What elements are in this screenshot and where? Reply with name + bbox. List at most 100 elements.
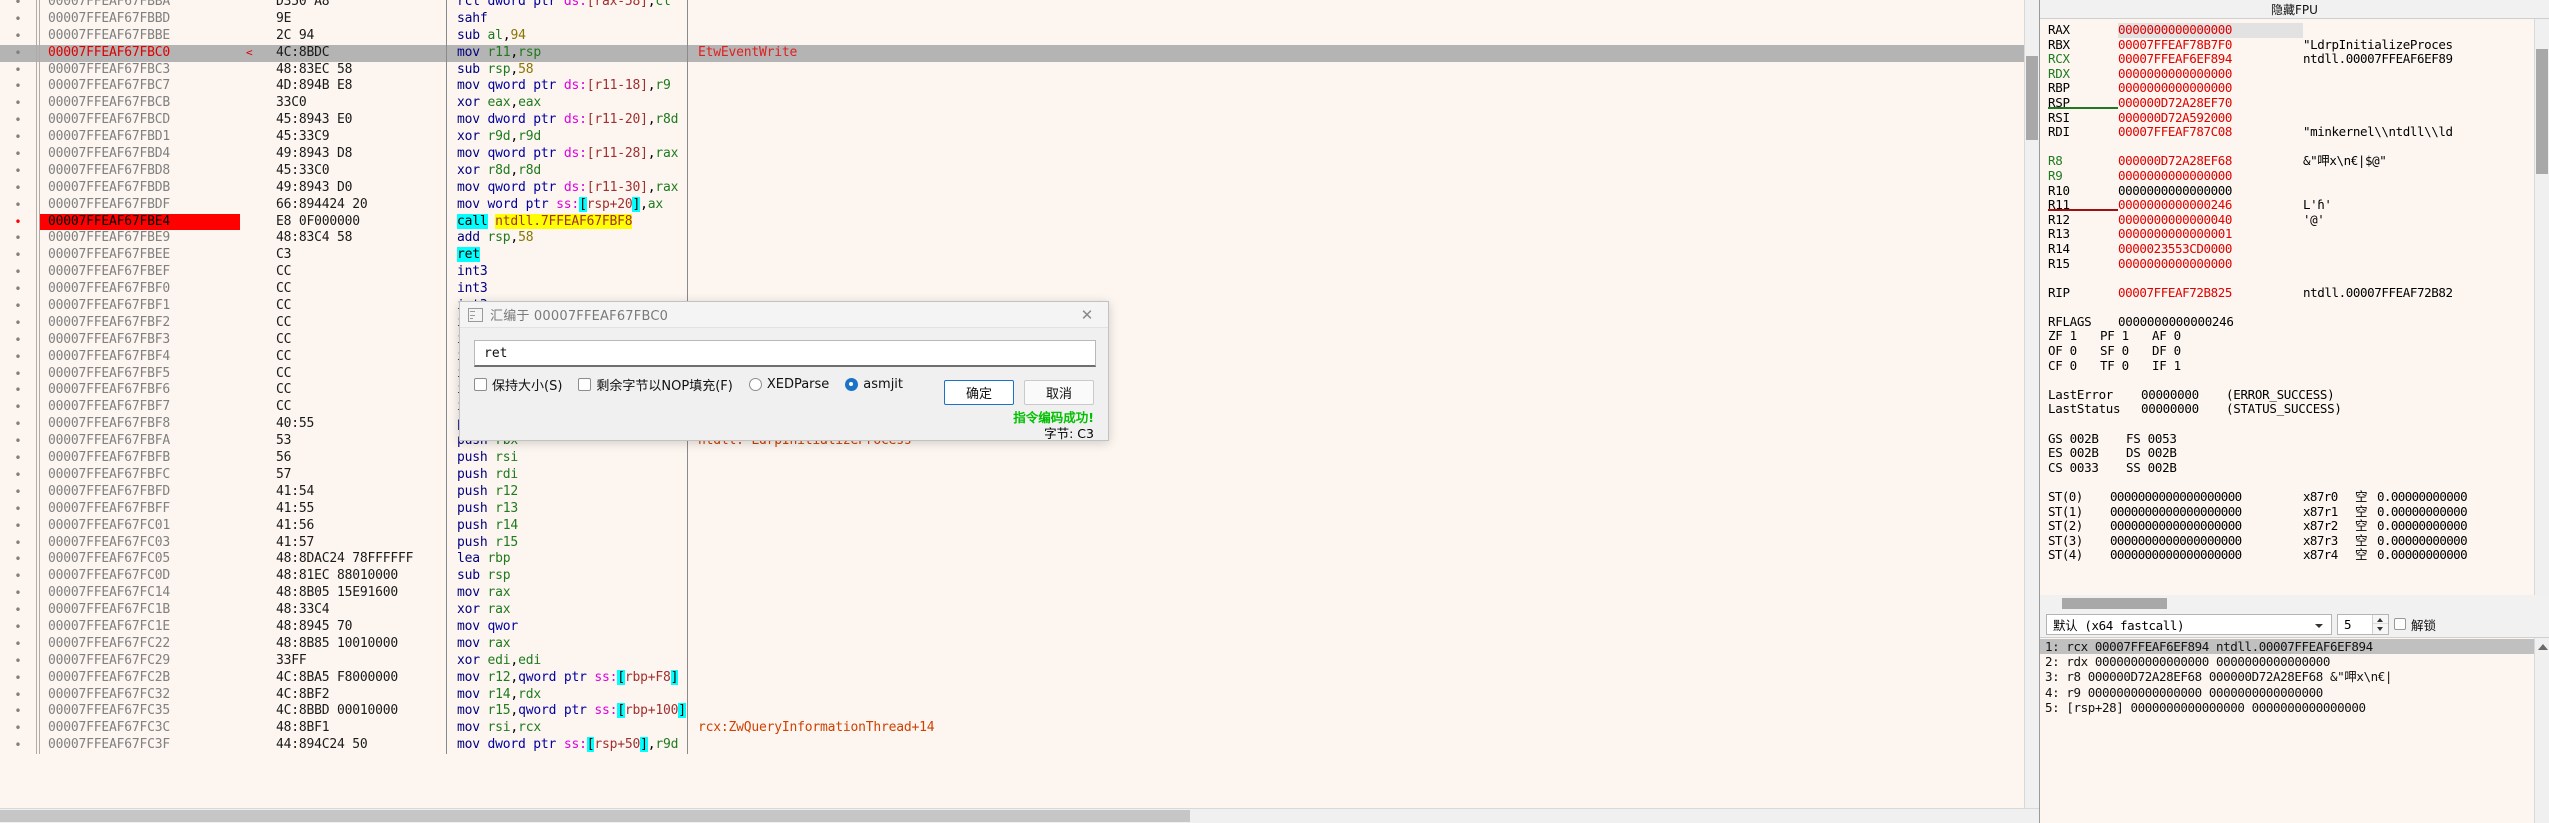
bookmark-dot-icon[interactable]: • — [0, 399, 36, 416]
flag-cf[interactable]: CF 0 — [2048, 358, 2100, 374]
bookmark-dot-icon[interactable]: • — [0, 450, 36, 467]
registers-horizontal-scroll-thumb[interactable] — [2062, 598, 2167, 609]
argument-row[interactable]: 1: rcx 00007FFEAF6EF894 ntdll.00007FFEAF… — [2040, 639, 2549, 655]
engine-asmjit-radio[interactable]: asmjit — [845, 377, 903, 392]
disassembly-row[interactable]: • 00007FFEAF67FBBE 2C 94 sub al,94 — [0, 27, 2025, 45]
unlock-checkbox[interactable]: 解锁 — [2394, 615, 2436, 634]
registers-vertical-scroll-thumb[interactable] — [2536, 49, 2548, 174]
bookmark-dot-icon[interactable]: • — [0, 703, 36, 720]
disassembly-row[interactable]: • 00007FFEAF67FBBA D350 A8 rcl dword ptr ds… — [0, 0, 2025, 11]
keep-size-checkbox[interactable]: 保持大小(S) — [474, 375, 562, 394]
bookmark-dot-icon[interactable]: • — [0, 433, 36, 450]
segment-row[interactable]: ES 002B DS 002B — [2040, 446, 2549, 461]
register-row[interactable]: R12 0000000000000040 '@' — [2040, 212, 2549, 228]
bookmark-dot-icon[interactable]: • — [0, 62, 36, 79]
bookmark-dot-icon[interactable]: • — [0, 315, 36, 332]
bookmark-dot-icon[interactable]: • — [0, 129, 36, 146]
register-row[interactable]: R14 0000023553CD0000 — [2040, 241, 2549, 257]
scroll-up-arrow-icon[interactable] — [2538, 644, 2548, 650]
disassembly-row[interactable]: • 00007FFEAF67FBE4 E8 0F000000 call ntdll.7… — [0, 213, 2025, 231]
register-row[interactable]: RIP 00007FFEAF72B825 ntdll.00007FFEAF72B82 — [2040, 285, 2549, 301]
disassembly-row[interactable]: • 00007FFEAF67FC22 48:8B85 10010000 mov rax — [0, 635, 2025, 653]
flag-row[interactable]: OF 0 SF 0 DF 0 — [2040, 343, 2549, 359]
argument-count-stepper[interactable]: 5 — [2337, 613, 2389, 635]
rflags-row[interactable]: RFLAGS 0000000000000246 — [2040, 314, 2549, 330]
bookmark-dot-icon[interactable]: • — [0, 568, 36, 585]
arguments-list[interactable]: 1: rcx 00007FFEAF6EF894 ntdll.00007FFEAF… — [2040, 637, 2549, 823]
bookmark-dot-icon[interactable]: • — [0, 687, 36, 704]
register-row[interactable]: R10 0000000000000000 — [2040, 183, 2549, 199]
flag-af[interactable]: AF 0 — [2152, 329, 2204, 344]
disassembly-row[interactable]: • 00007FFEAF67FBF0 CC int3 — [0, 281, 2025, 299]
disassembly-row[interactable]: • 00007FFEAF67FBC7 4D:894B E8 mov qword ptr… — [0, 78, 2025, 96]
bookmark-dot-icon[interactable]: • — [0, 382, 36, 399]
bookmark-dot-icon[interactable]: • — [0, 501, 36, 518]
disassembly-row[interactable]: • 00007FFEAF67FBFB 56 push rsi — [0, 450, 2025, 467]
register-row[interactable]: RSI 000000D72A592000 — [2040, 110, 2549, 126]
bookmark-dot-icon[interactable]: • — [0, 518, 36, 535]
assemble-dialog[interactable]: 汇编于 00007FFEAF67FBC0 ✕ ret 保持大小(S) 剩余字节以… — [459, 301, 1109, 441]
bookmark-dot-icon[interactable]: • — [0, 112, 36, 129]
register-row[interactable]: R8 000000D72A28EF68 &"呷x\n€|$@" — [2040, 154, 2549, 169]
registers-list[interactable]: RAX 0000000000000000 RBX 00007FFEAF78B7F0 "L… — [2040, 19, 2549, 595]
bookmark-dot-icon[interactable]: • — [0, 95, 36, 112]
flag-of[interactable]: OF 0 — [2048, 343, 2100, 359]
fpu-register-row[interactable]: ST(0) 0000000000000000000 x87r0 空 0.00000000… — [2040, 490, 2549, 505]
engine-xedparse-radio[interactable]: XEDParse — [748, 377, 829, 392]
bookmark-dot-icon[interactable]: • — [0, 0, 36, 11]
bookmark-dot-icon[interactable]: • — [0, 484, 36, 501]
stepper-down-button[interactable] — [2373, 624, 2388, 634]
bookmark-dot-icon[interactable]: • — [0, 45, 36, 62]
disassembly-row[interactable]: • 00007FFEAF67FBFD 41:54 push r12 — [0, 483, 2025, 501]
argument-row[interactable]: 5: [rsp+28] 0000000000000000 00000000000… — [2040, 700, 2549, 715]
segment-fs[interactable]: FS 0053 — [2126, 431, 2204, 447]
segment-gs[interactable]: GS 002B — [2048, 431, 2126, 447]
disassembly-row[interactable]: • 00007FFEAF67FBE9 48:83C4 58 add rsp,58 — [0, 230, 2025, 248]
bookmark-dot-icon[interactable]: • — [0, 416, 36, 433]
bookmark-dot-icon[interactable]: • — [0, 28, 36, 45]
ok-button[interactable]: 确定 — [944, 380, 1014, 405]
disassembly-row[interactable]: • 00007FFEAF67FBC0 <4C:8BDC mov r11,rsp EtwE… — [0, 44, 2025, 62]
bookmark-dot-icon[interactable]: • — [0, 78, 36, 95]
fpu-register-row[interactable]: ST(1) 0000000000000000000 x87r1 空 0.00000000… — [2040, 505, 2549, 520]
bookmark-dot-icon[interactable]: • — [0, 737, 36, 754]
cancel-button[interactable]: 取消 — [1024, 380, 1094, 405]
disassembly-row[interactable]: • 00007FFEAF67FC1B 48:33C4 xor rax — [0, 602, 2025, 619]
bookmark-dot-icon[interactable]: • — [0, 636, 36, 653]
disassembly-row[interactable]: • 00007FFEAF67FBBD 9E sahf — [0, 10, 2025, 28]
dialog-title-bar[interactable]: 汇编于 00007FFEAF67FBC0 ✕ — [460, 302, 1108, 328]
close-icon[interactable]: ✕ — [1066, 302, 1108, 328]
bookmark-dot-icon[interactable]: • — [0, 720, 36, 737]
register-row[interactable]: RCX 00007FFEAF6EF894 ntdll.00007FFEAF6EF89 — [2040, 52, 2549, 67]
disassembly-row[interactable]: • 00007FFEAF67FC0D 48:81EC 88010000 sub rsp — [0, 568, 2025, 586]
flag-pf[interactable]: PF 1 — [2100, 329, 2152, 344]
argument-count-buttons[interactable] — [2372, 614, 2388, 634]
bookmark-dot-icon[interactable]: • — [0, 264, 36, 281]
instruction-input[interactable]: ret — [474, 340, 1096, 367]
disassembly-row[interactable]: • 00007FFEAF67FBD8 45:33C0 xor r8d,r8d — [0, 162, 2025, 180]
disassembly-row[interactable]: • 00007FFEAF67FBDF 66:894424 20 mov word pt… — [0, 196, 2025, 214]
bookmark-dot-icon[interactable]: • — [0, 163, 36, 180]
bookmark-dot-icon[interactable]: • — [0, 11, 36, 28]
disassembly-horizontal-scroll-thumb[interactable] — [0, 810, 1190, 822]
bookmark-dot-icon[interactable]: • — [0, 281, 36, 298]
register-row[interactable]: RDX 0000000000000000 — [2040, 66, 2549, 82]
flag-zf[interactable]: ZF 1 — [2048, 329, 2100, 344]
disassembly-vertical-scrollbar[interactable] — [2024, 0, 2039, 808]
register-row[interactable]: R9 0000000000000000 — [2040, 168, 2549, 184]
bookmark-dot-icon[interactable]: • — [0, 366, 36, 383]
disassembly-row[interactable]: • 00007FFEAF67FC03 41:57 push r15 — [0, 534, 2025, 552]
disassembly-row[interactable]: • 00007FFEAF67FC14 48:8B05 15E91600 mov rax — [0, 585, 2025, 603]
disassembly-vertical-scroll-thumb[interactable] — [2026, 56, 2038, 140]
hide-fpu-button[interactable]: 隐藏FPU — [2040, 0, 2549, 19]
fpu-register-row[interactable]: ST(4) 0000000000000000000 x87r4 空 0.00000000… — [2040, 548, 2549, 563]
registers-vertical-scrollbar[interactable] — [2534, 19, 2549, 595]
arguments-vertical-scrollbar[interactable] — [2534, 638, 2549, 823]
registers-horizontal-scrollbar[interactable] — [2040, 595, 2549, 611]
disassembly-row[interactable]: • 00007FFEAF67FBD4 49:8943 D8 mov qword ptr… — [0, 146, 2025, 163]
flag-df[interactable]: DF 0 — [2152, 343, 2204, 359]
register-row[interactable]: RBX 00007FFEAF78B7F0 "LdrpInitializeProces — [2040, 37, 2549, 53]
disassembly-row[interactable]: • 00007FFEAF67FC29 33FF xor edi,edi — [0, 652, 2025, 670]
bookmark-dot-icon[interactable]: • — [0, 551, 36, 568]
fill-nop-checkbox[interactable]: 剩余字节以NOP填充(F) — [578, 375, 733, 394]
